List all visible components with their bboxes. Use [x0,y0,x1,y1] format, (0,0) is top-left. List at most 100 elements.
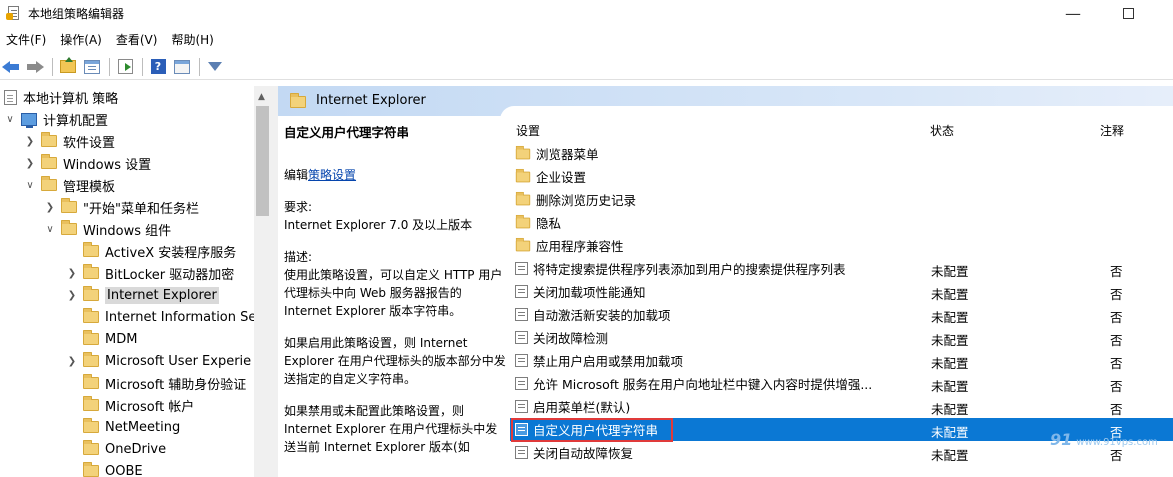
edit-policy-link[interactable]: 策略设置 [308,168,356,182]
list-policy-row[interactable]: 关闭自动故障恢复 未配置 否 [510,441,1173,464]
list-policy-row[interactable]: 允许 Microsoft 服务在用户向地址栏中键入内容时提供增强... 未配置 否 [510,372,1173,395]
back-arrow-icon [2,60,20,73]
back-button[interactable] [0,56,22,78]
column-header-setting[interactable]: 设置 [516,122,540,139]
menu-action[interactable]: 操作(A) [54,31,110,48]
list-folder-row[interactable]: 企业设置 [510,165,1173,188]
chevron-down-icon[interactable]: ∨ [4,114,16,125]
menu-help[interactable]: 帮助(H) [165,31,221,48]
tree-item-local-computer-policy[interactable]: 本地计算机 策略 [4,86,118,108]
help-button[interactable]: ? [147,56,169,78]
list-folder-row[interactable]: 隐私 [510,211,1173,234]
column-header-state[interactable]: 状态 [930,122,954,139]
list-folder-row[interactable]: 应用程序兼容性 [510,234,1173,257]
setting-cell: 关闭自动故障恢复 [515,441,633,464]
policy-comment: 否 [1110,333,1123,348]
tree-item-component[interactable]: ❯ BitLocker 驱动器加密 [66,262,234,284]
maximize-button[interactable] [1105,0,1151,26]
list-policy-row[interactable]: 启用菜单栏(默认) 未配置 否 [510,395,1173,418]
description-label: 描述: [284,250,313,264]
up-one-level-button[interactable] [57,56,79,78]
folder-name: 应用程序兼容性 [536,239,624,254]
requirements-label: 要求: [284,200,313,214]
toolbar-separator [199,57,200,76]
filter-button[interactable] [204,56,226,78]
tree-item-software-settings[interactable]: ❯ 软件设置 [24,130,115,152]
setting-cell: 启用菜单栏(默认) [515,395,630,418]
tree-item-component[interactable]: NetMeeting [66,416,180,438]
scroll-up-arrow-icon[interactable]: ▲ [258,92,265,102]
tree-item-component[interactable]: ❯ Microsoft User Experie [66,350,251,372]
chevron-right-icon[interactable]: ❯ [24,158,36,169]
column-header-comment[interactable]: 注释 [1100,122,1124,139]
tree-item-component[interactable]: Microsoft 辅助身份验证 [66,372,246,394]
if-disabled-text: 如果禁用或未配置此策略设置，则 Internet Explorer 在用户代理标… [284,404,498,454]
folder-icon [515,168,531,182]
scrollbar-thumb[interactable] [256,106,269,216]
tree-item-component[interactable]: Internet Information Se [66,306,254,328]
tree-item-component[interactable]: ❯ Internet Explorer [66,284,219,306]
title-bar: 本地组策略编辑器 — [0,0,1173,26]
list-folder-row[interactable]: 删除浏览历史记录 [510,188,1173,211]
setting-cell: 允许 Microsoft 服务在用户向地址栏中键入内容时提供增强... [515,372,872,395]
list-policy-row[interactable]: 将特定搜索提供程序列表添加到用户的搜索提供程序列表 未配置 否 [510,257,1173,280]
chevron-right-icon[interactable]: ❯ [66,356,78,367]
policy-setting-icon [515,354,528,367]
tree-item-component[interactable]: MDM [66,328,137,350]
setting-cell: 关闭加载项性能通知 [515,280,646,303]
folder-icon [41,154,57,169]
folder-icon [83,308,99,323]
setting-cell: 将特定搜索提供程序列表添加到用户的搜索提供程序列表 [515,257,846,280]
policy-name: 关闭加载项性能通知 [533,285,646,300]
policy-comment: 否 [1110,264,1123,279]
list-policy-row[interactable]: 关闭故障检测 未配置 否 [510,326,1173,349]
tree-scrollbar[interactable]: ▲ [254,86,271,477]
folder-icon [83,462,99,477]
computer-icon [21,112,37,128]
chevron-down-icon[interactable]: ∨ [44,224,56,235]
tree-item-label: Microsoft User Experie [105,353,252,369]
list-policy-row[interactable]: 关闭加载项性能通知 未配置 否 [510,280,1173,303]
description-text: 使用此策略设置，可以自定义 HTTP 用户代理标头中向 Web 服务器报告的 I… [284,268,503,318]
tree-item-computer-config[interactable]: ∨ 计算机配置 [4,108,108,130]
tree-item-start-menu[interactable]: ❯ "开始"菜单和任务栏 [44,196,199,218]
pane-splitter[interactable] [271,86,278,477]
forward-button[interactable] [24,56,46,78]
tree-item-label: BitLocker 驱动器加密 [105,267,235,283]
tree-item-windows-components[interactable]: ∨ Windows 组件 [44,218,171,240]
tree-item-component[interactable]: OOBE [66,460,143,477]
show-tree-icon [84,59,100,74]
tree-item-label: Windows 组件 [83,223,172,239]
policy-state: 未配置 [931,356,969,371]
menu-file[interactable]: 文件(F) [0,31,54,48]
tree-item-component[interactable]: ActiveX 安装程序服务 [66,240,236,262]
chevron-right-icon[interactable]: ❯ [66,268,78,279]
tree-item-component[interactable]: OneDrive [66,438,166,460]
properties-button[interactable] [171,56,193,78]
show-hide-tree-button[interactable] [81,56,103,78]
tree-item-label: ActiveX 安装程序服务 [105,245,237,261]
chevron-right-icon[interactable]: ❯ [44,202,56,213]
policy-title: 自定义用户代理字符串 [284,125,410,140]
folder-icon [41,132,57,147]
export-list-button[interactable] [114,56,136,78]
chevron-right-icon[interactable]: ❯ [24,136,36,147]
tree-item-component[interactable]: Microsoft 帐户 [66,394,194,416]
list-folder-row[interactable]: 浏览器菜单 [510,142,1173,165]
setting-cell: 删除浏览历史记录 [515,188,636,211]
tree-item-label: 软件设置 [63,135,116,151]
list-policy-row-selected[interactable]: 自定义用户代理字符串 未配置否 91 www.91vps.com [510,418,1173,449]
export-list-icon [117,59,133,74]
policy-comment: 否 [1110,310,1123,325]
chevron-right-icon[interactable]: ❯ [66,290,78,301]
tree-item-windows-settings[interactable]: ❯ Windows 设置 [24,152,151,174]
minimize-button[interactable]: — [1050,0,1096,26]
list-policy-row[interactable]: 禁止用户启用或禁用加载项 未配置 否 [510,349,1173,372]
details-pane: Internet Explorer 自定义用户代理字符串 编辑策略设置 要求: … [278,86,1173,477]
tree-item-label: OneDrive [105,441,167,457]
chevron-down-icon[interactable]: ∨ [24,180,36,191]
policy-document-icon [4,89,17,105]
menu-view[interactable]: 查看(V) [110,31,166,48]
list-policy-row[interactable]: 自动激活新安装的加载项 未配置 否 [510,303,1173,326]
tree-item-admin-templates[interactable]: ∨ 管理模板 [24,174,115,196]
